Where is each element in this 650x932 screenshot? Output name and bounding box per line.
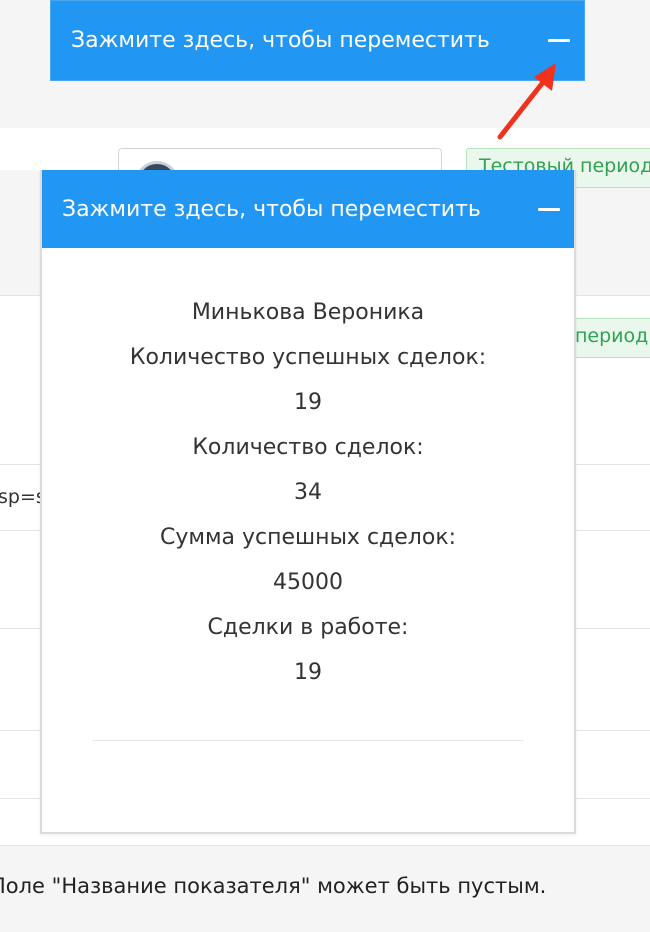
drag-handle-label: Зажмите здесь, чтобы переместить bbox=[71, 28, 490, 53]
field-hint-text: Поле "Название показателя" может быть пу… bbox=[0, 874, 547, 898]
stat-label: Количество успешных сделок: bbox=[129, 345, 487, 370]
url-fragment-text: sp=s bbox=[0, 486, 46, 508]
drag-handle[interactable]: Зажмите здесь, чтобы переместить bbox=[42, 170, 574, 248]
minimize-icon[interactable] bbox=[536, 196, 562, 222]
stat-value: 19 bbox=[294, 390, 322, 415]
user-name: Минькова Вероника bbox=[191, 300, 425, 325]
stat-value: 34 bbox=[294, 480, 322, 505]
stat-value: 19 bbox=[294, 660, 322, 685]
stats-body: Минькова Вероника Количество успешных сд… bbox=[42, 248, 574, 695]
stat-value: 45000 bbox=[273, 570, 343, 595]
stat-label: Сумма успешных сделок: bbox=[159, 525, 457, 550]
annotation-arrow-icon bbox=[497, 63, 556, 140]
minimize-icon[interactable] bbox=[546, 28, 572, 54]
drag-handle-label: Зажмите здесь, чтобы переместить bbox=[62, 196, 481, 222]
trial-period-badge-label: период bbox=[575, 325, 649, 347]
divider bbox=[92, 740, 524, 741]
stats-widget: Зажмите здесь, чтобы переместить Миньков… bbox=[40, 170, 576, 834]
trial-period-badge: период bbox=[566, 318, 650, 358]
stat-label: Количество сделок: bbox=[192, 435, 424, 460]
stat-label: Сделки в работе: bbox=[207, 615, 409, 640]
